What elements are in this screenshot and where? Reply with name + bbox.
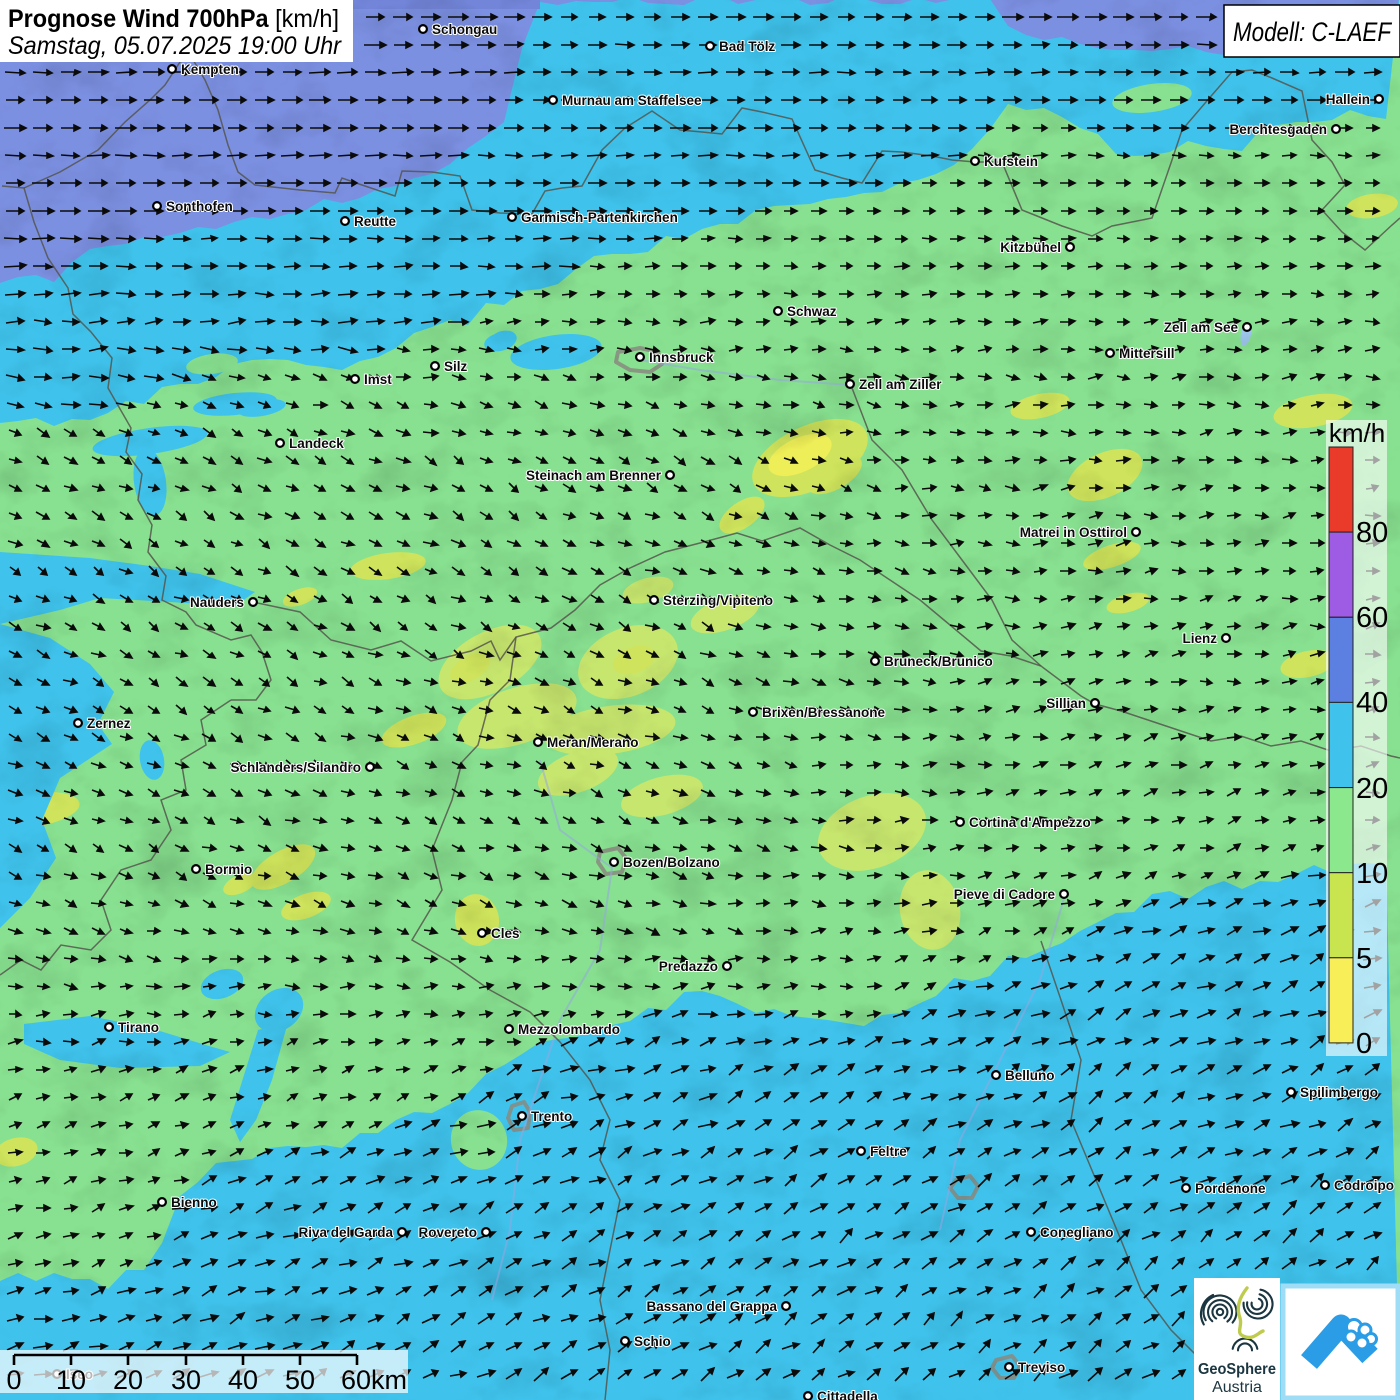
svg-text:Bienno: Bienno — [171, 1195, 217, 1210]
svg-text:Samstag, 05.07.2025 19:00 Uhr: Samstag, 05.07.2025 19:00 Uhr — [8, 32, 343, 60]
svg-text:Bad Tölz: Bad Tölz — [719, 39, 775, 54]
svg-text:Tirano: Tirano — [118, 1020, 159, 1035]
svg-text:GeoSphere: GeoSphere — [1198, 1361, 1276, 1378]
svg-text:10: 10 — [1356, 858, 1388, 890]
svg-text:Riva del Garda: Riva del Garda — [298, 1225, 393, 1240]
svg-text:Zell am Ziller: Zell am Ziller — [859, 377, 942, 392]
svg-text:60km: 60km — [341, 1365, 407, 1395]
svg-text:Bormio: Bormio — [205, 862, 252, 877]
svg-text:Nauders: Nauders — [190, 595, 244, 610]
svg-text:Innsbruck: Innsbruck — [649, 350, 714, 365]
svg-text:0: 0 — [1356, 1028, 1372, 1060]
svg-text:20: 20 — [1356, 773, 1388, 805]
svg-text:Berchtesgaden: Berchtesgaden — [1229, 122, 1327, 137]
svg-text:5: 5 — [1356, 943, 1372, 975]
svg-text:Cortina d'Ampezzo: Cortina d'Ampezzo — [969, 815, 1091, 830]
svg-text:Cittadella: Cittadella — [817, 1389, 878, 1400]
svg-text:Imst: Imst — [364, 372, 392, 387]
svg-text:80: 80 — [1356, 517, 1388, 549]
svg-text:Pieve di Cadore: Pieve di Cadore — [954, 887, 1056, 902]
svg-text:50: 50 — [285, 1365, 315, 1395]
svg-text:Belluno: Belluno — [1005, 1068, 1055, 1083]
svg-text:Schlanders/Silandro: Schlanders/Silandro — [230, 760, 361, 775]
svg-text:km/h: km/h — [1329, 418, 1385, 448]
svg-text:Zernez: Zernez — [87, 716, 131, 731]
svg-text:20: 20 — [113, 1365, 143, 1395]
svg-text:Predazzo: Predazzo — [659, 959, 718, 974]
svg-text:Austria: Austria — [1212, 1379, 1262, 1396]
svg-text:60: 60 — [1356, 602, 1388, 634]
svg-text:Sonthofen: Sonthofen — [166, 199, 233, 214]
svg-text:Cles: Cles — [491, 926, 520, 941]
svg-text:Modell: C-LAEF: Modell: C-LAEF — [1233, 17, 1392, 47]
svg-text:Bassano del Grappa: Bassano del Grappa — [646, 1299, 777, 1314]
svg-text:0: 0 — [6, 1365, 21, 1395]
svg-text:Rovereto: Rovereto — [418, 1225, 477, 1240]
svg-text:Lienz: Lienz — [1182, 631, 1217, 646]
svg-text:40: 40 — [228, 1365, 258, 1395]
svg-text:Pordenone: Pordenone — [1195, 1181, 1266, 1196]
svg-text:Meran/Merano: Meran/Merano — [547, 735, 639, 750]
svg-text:Schwaz: Schwaz — [787, 304, 837, 319]
svg-text:10: 10 — [56, 1365, 86, 1395]
svg-text:Steinach am Brenner: Steinach am Brenner — [526, 468, 662, 483]
svg-text:Conegliano: Conegliano — [1040, 1225, 1114, 1240]
svg-text:Trento: Trento — [531, 1109, 572, 1124]
svg-text:Sillian: Sillian — [1046, 696, 1086, 711]
svg-text:Kitzbühel: Kitzbühel — [1000, 240, 1061, 255]
svg-text:Feltre: Feltre — [870, 1144, 907, 1159]
svg-text:Codroipo: Codroipo — [1334, 1178, 1394, 1193]
svg-text:Spilimbergo: Spilimbergo — [1300, 1085, 1378, 1100]
svg-text:Bozen/Bolzano: Bozen/Bolzano — [623, 855, 720, 870]
svg-text:40: 40 — [1356, 687, 1388, 719]
svg-text:Garmisch-Partenkirchen: Garmisch-Partenkirchen — [521, 210, 678, 225]
svg-text:Mittersill: Mittersill — [1119, 346, 1175, 361]
svg-text:Reutte: Reutte — [354, 214, 396, 229]
svg-text:Murnau am Staffelsee: Murnau am Staffelsee — [562, 93, 702, 108]
svg-text:Prognose Wind 700hPa [km/h]: Prognose Wind 700hPa [km/h] — [8, 5, 339, 33]
svg-text:Kempten: Kempten — [181, 62, 239, 77]
svg-text:Schongau: Schongau — [432, 22, 497, 37]
svg-text:Matrei in Osttirol: Matrei in Osttirol — [1020, 525, 1127, 540]
svg-text:Schio: Schio — [634, 1334, 671, 1349]
svg-text:Sterzing/Vipiteno: Sterzing/Vipiteno — [663, 593, 773, 608]
svg-text:Mezzolombardo: Mezzolombardo — [518, 1022, 620, 1037]
svg-text:Bruneck/Brunico: Bruneck/Brunico — [884, 654, 993, 669]
svg-text:Kufstein: Kufstein — [984, 154, 1038, 169]
svg-text:Silz: Silz — [444, 359, 468, 374]
svg-text:Brixen/Bressanone: Brixen/Bressanone — [762, 705, 886, 720]
svg-text:Hallein: Hallein — [1326, 92, 1370, 107]
svg-text:Treviso: Treviso — [1018, 1360, 1065, 1375]
svg-text:Zell am See: Zell am See — [1164, 320, 1239, 335]
svg-text:Landeck: Landeck — [289, 436, 344, 451]
svg-text:30: 30 — [171, 1365, 201, 1395]
